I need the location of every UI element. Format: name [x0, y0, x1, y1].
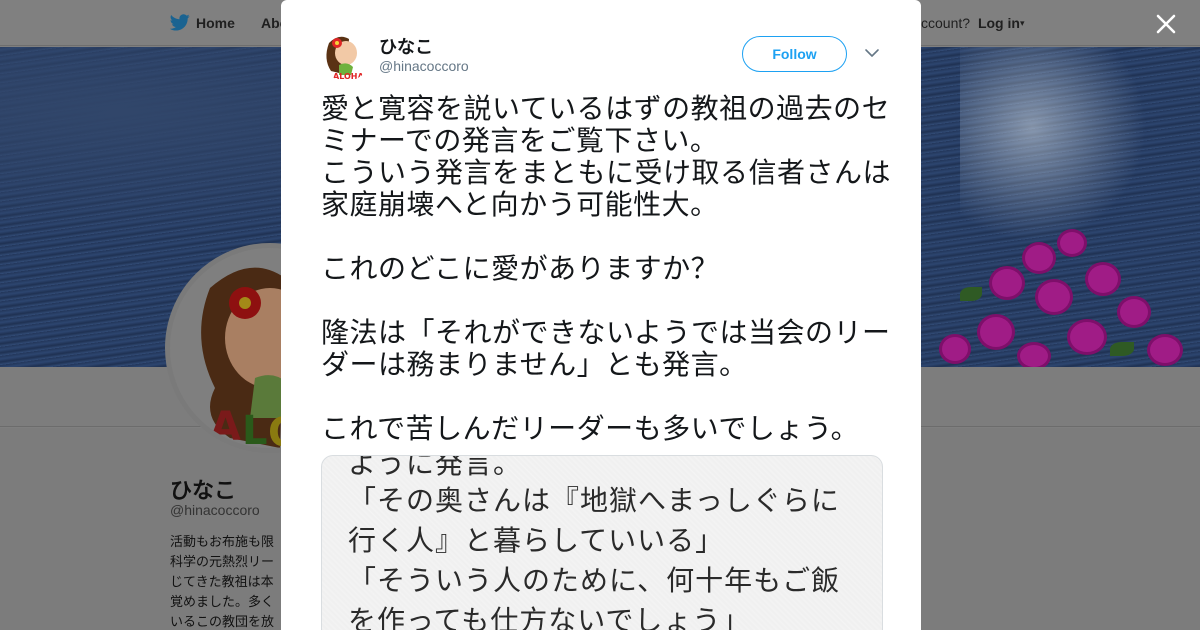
profile-handle: @hinacoccoro	[170, 502, 260, 518]
tweet-text-line: こういう発言をまともに受け取る信者さんは	[321, 156, 892, 189]
media-text-line: を作っても仕方ないでしょう」	[348, 604, 751, 630]
profile-bio-line: 科学の元熱烈リー	[170, 555, 275, 570]
svg-text:ALOHA: ALOHA	[333, 72, 365, 81]
author-name[interactable]: ひなこ	[379, 33, 433, 59]
tweet-text-line: 愛と寛容を説いているはずの教祖の過去のセ	[321, 92, 891, 125]
chevron-down-icon[interactable]	[864, 47, 880, 59]
media-text-line: 行く人』と暮らしていいる」	[348, 524, 725, 557]
profile-bio-line: 覚めました。多く	[170, 595, 275, 610]
media-text-line: ように発言。	[348, 455, 523, 480]
author-avatar[interactable]: ALOHA	[321, 31, 371, 81]
bougainvillea-flowers	[920, 227, 1200, 367]
profile-name: ひなこ	[170, 479, 237, 504]
close-icon[interactable]	[1152, 10, 1180, 38]
media-text-line: 「そういう人のために、何十年もご飯	[348, 564, 841, 597]
nav-home-link[interactable]: Home	[170, 14, 235, 31]
profile-bio-line: じてきた教祖は本	[170, 575, 274, 590]
nav-home-label: Home	[196, 14, 235, 31]
twitter-bird-icon	[170, 14, 190, 31]
hula-girl-avatar-image: ALOHA	[321, 31, 371, 81]
tweet-text: 愛と寛容を説いているはずの教祖の過去のセ ミナーでの発言をご覧下さい。 こういう…	[321, 93, 891, 445]
media-text-line: 「その奥さんは『地獄へまっしぐらに	[348, 484, 840, 517]
login-link[interactable]: Log in	[978, 15, 1020, 31]
tweet-media-image[interactable]: ように発言。 「その奥さんは『地獄へまっしぐらに 行く人』と暮らしていいる」 「…	[321, 455, 883, 630]
login-caret-icon: ▾	[1019, 18, 1025, 28]
tweet-text-line: これのどこに愛がありますか？	[321, 252, 720, 285]
author-handle[interactable]: @hinacoccoro	[379, 58, 469, 74]
tweet-text-line: 家庭崩壊へと向かう可能性大。	[321, 188, 719, 221]
tweet-text-line: 隆法は「それができないようでは当会のリー	[321, 316, 891, 349]
account-prompt: ccount?	[921, 15, 971, 31]
svg-text:L: L	[242, 408, 268, 453]
tweet-modal: ALOHA ひなこ @hinacoccoro Follow 愛と寛容を説いている…	[281, 0, 921, 630]
profile-bio: 活動もお布施も限 科学の元熱烈リー じてきた教祖は本 覚めました。多く いるこの…	[170, 533, 282, 630]
tweet-text-line: ダーは務まりません」とも発言。	[321, 348, 748, 381]
follow-button[interactable]: Follow	[742, 36, 847, 72]
tweet-text-line: これで苦しんだリーダーも多いでしょう。	[321, 412, 860, 445]
profile-bio-line: いるこの教団を放	[170, 615, 275, 630]
profile-bio-line: 活動もお布施も限	[170, 535, 275, 550]
nav-login-area: ccount? Log in▾	[921, 15, 1024, 31]
tweet-text-line: ミナーでの発言をご覧下さい。	[321, 124, 719, 157]
